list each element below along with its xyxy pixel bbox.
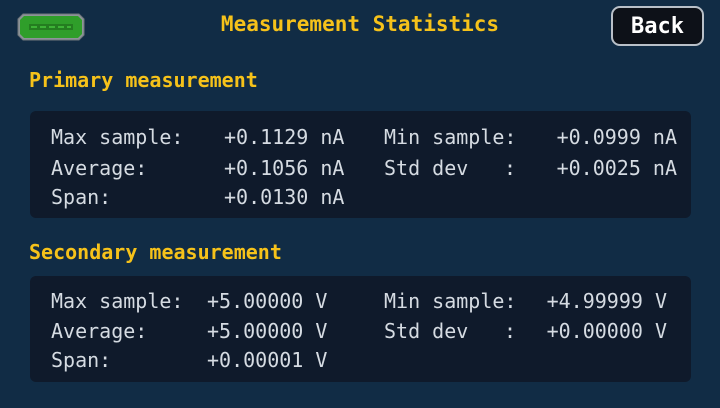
secondary-section-title: Secondary measurement [29,240,282,264]
primary-std-label: Std dev [384,156,469,180]
secondary-std-label: Std dev [384,319,469,343]
secondary-min-label: Min sample: [384,289,517,313]
primary-avg-label: Average: [51,156,148,180]
secondary-stats-panel: Max sample: +5.00000 V Min sample: +4.99… [30,276,691,382]
primary-max-value: +0.1129 nA [224,125,345,149]
secondary-avg-value: +5.00000 V [207,319,328,343]
secondary-span-value: +0.00001 V [207,348,328,372]
primary-avg-value: +0.1056 nA [224,156,345,180]
secondary-std-colon: : [504,319,517,343]
primary-std-colon: : [504,156,517,180]
secondary-avg-label: Average: [51,319,148,343]
primary-stats-panel: Max sample: +0.1129 nA Min sample: +0.09… [30,111,691,218]
secondary-max-label: Max sample: [51,289,184,313]
statistics-screen: Measurement Statistics Back Primary meas… [0,0,720,408]
primary-span-label: Span: [51,185,112,209]
secondary-std-value: +0.00000 V [546,319,667,343]
primary-span-value: +0.0130 nA [224,185,345,209]
primary-min-value: +0.0999 nA [556,125,677,149]
secondary-span-label: Span: [51,348,112,372]
secondary-max-value: +5.00000 V [207,289,328,313]
primary-max-label: Max sample: [51,125,184,149]
primary-min-label: Min sample: [384,125,517,149]
primary-std-value: +0.0025 nA [556,156,677,180]
primary-section-title: Primary measurement [29,68,258,92]
secondary-min-value: +4.99999 V [546,289,667,313]
back-button[interactable]: Back [611,6,704,46]
